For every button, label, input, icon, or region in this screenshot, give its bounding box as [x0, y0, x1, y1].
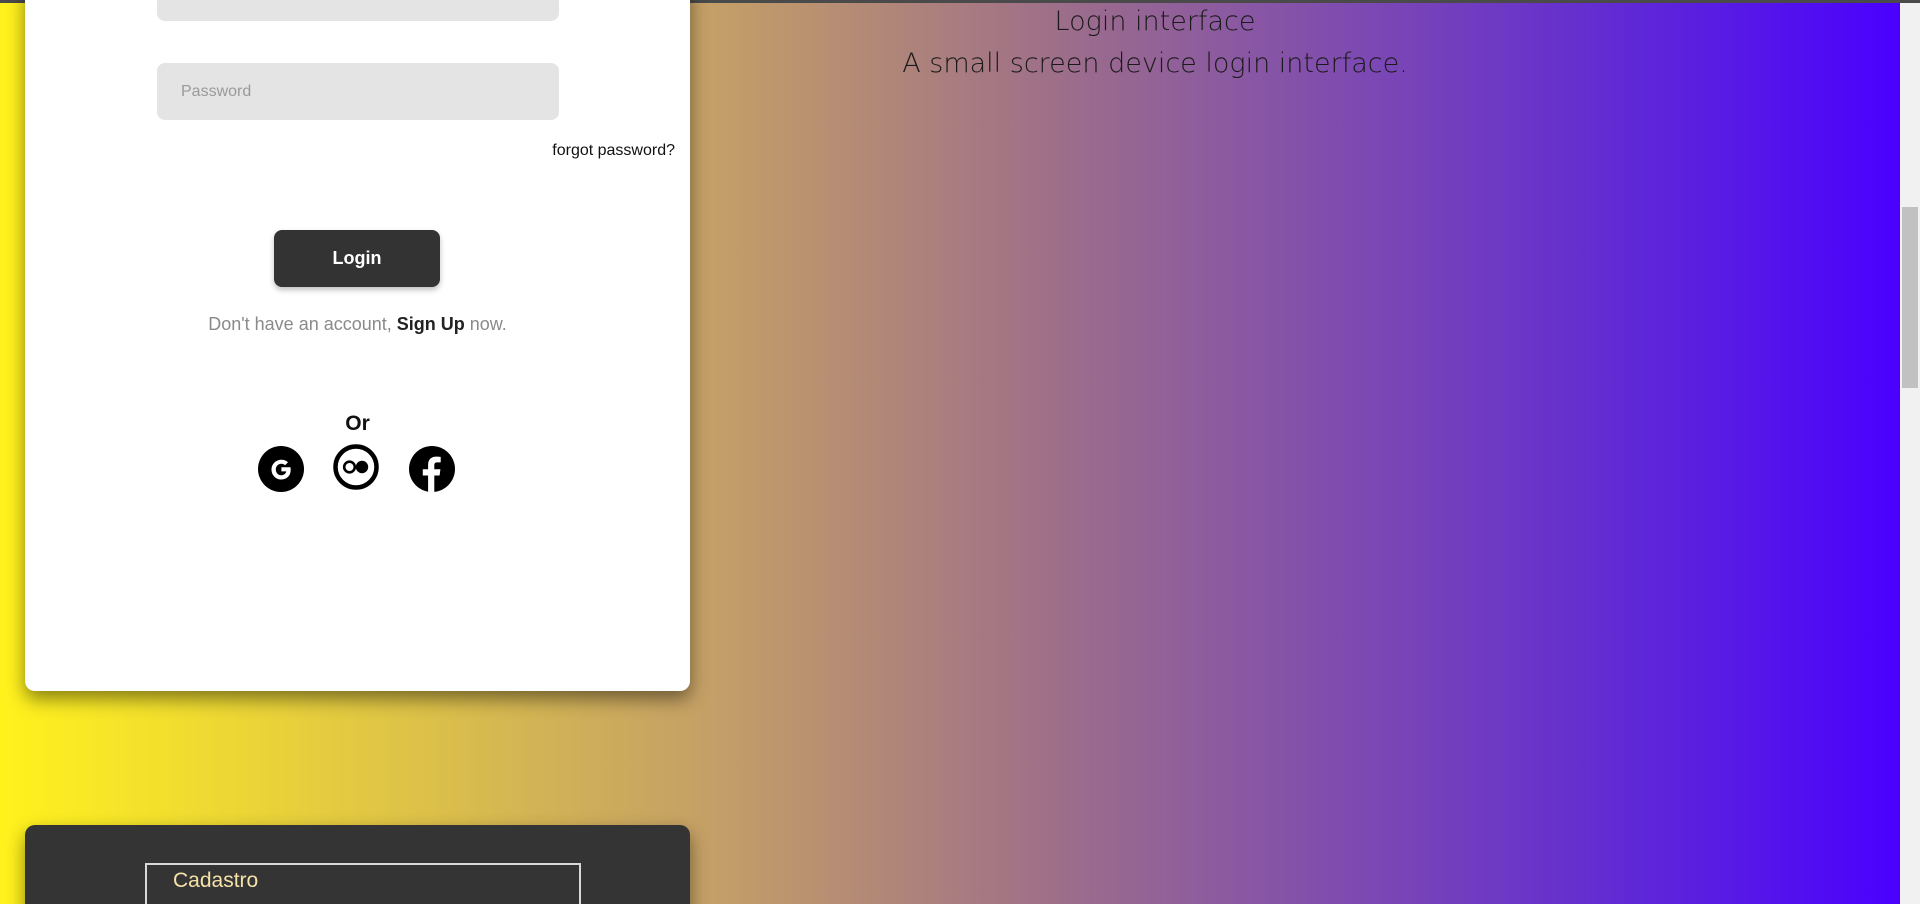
signup-link[interactable]: Sign Up [397, 314, 465, 334]
page-subtitle: A small screen device login interface. [902, 48, 1408, 79]
forgot-password-link[interactable]: forgot password? [525, 142, 675, 160]
signup-prefix-text: Don't have an account, [208, 314, 397, 334]
facebook-icon[interactable] [409, 446, 455, 492]
flickr-icon[interactable] [333, 444, 379, 490]
cadastro-button[interactable]: Cadastro [145, 863, 581, 904]
password-input[interactable] [157, 63, 559, 120]
signup-card: Cadastro [25, 825, 690, 904]
login-button[interactable]: Login [274, 230, 440, 287]
page-title: Login interface [1054, 6, 1256, 37]
vertical-scrollbar-track[interactable] [1900, 3, 1920, 904]
vertical-scrollbar-thumb[interactable] [1902, 207, 1918, 388]
login-card: forgot password? Login Don't have an acc… [25, 0, 690, 691]
cadastro-label: Cadastro [173, 869, 259, 892]
username-input[interactable] [157, 0, 559, 21]
google-icon[interactable] [258, 446, 304, 492]
signup-suffix-text: now. [464, 314, 507, 334]
signup-prompt: Don't have an account, Sign Up now. [25, 314, 690, 335]
or-divider-label: Or [345, 412, 370, 435]
